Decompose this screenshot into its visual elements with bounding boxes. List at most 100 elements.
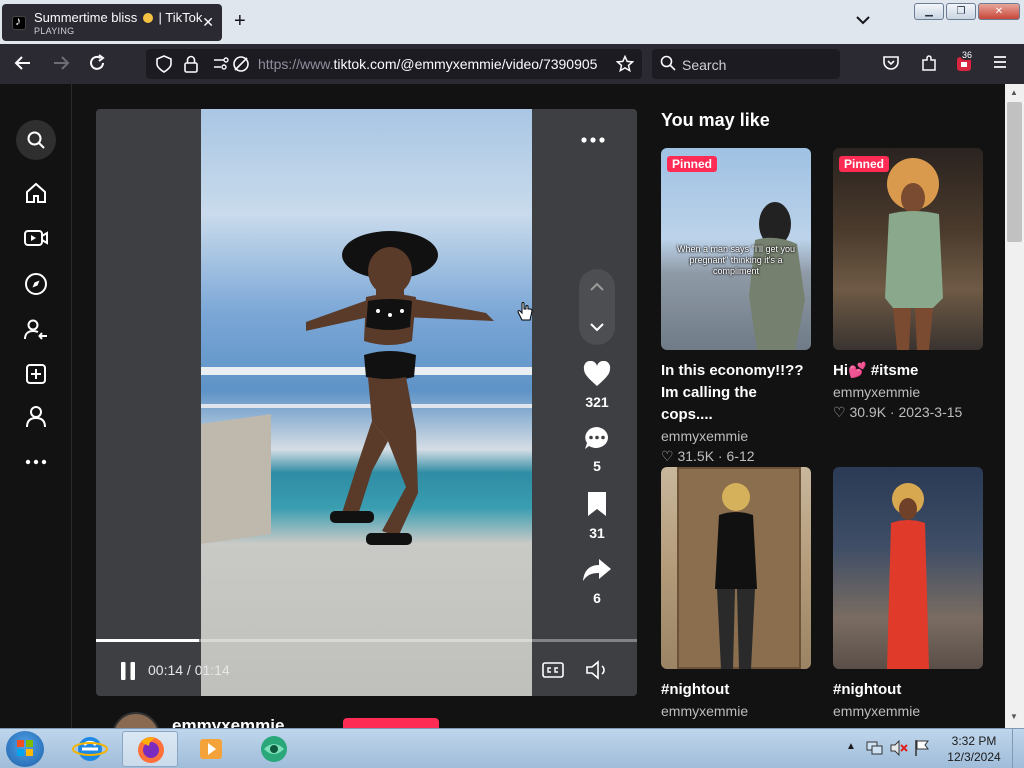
recommended-video-card[interactable]: Pinned Hi💕 #itsme emmyxemmie ♡ 30.9K · 2… bbox=[833, 148, 983, 421]
tab-active[interactable]: Summertime bliss | TikTok PLAYING ✕ bbox=[2, 4, 222, 41]
comment-icon[interactable] bbox=[583, 425, 611, 451]
sidebar-explore-compass-icon[interactable] bbox=[16, 264, 56, 304]
reload-icon[interactable] bbox=[88, 54, 106, 76]
card-author[interactable]: emmyxemmie bbox=[661, 703, 811, 719]
recommended-video-card[interactable]: #nightout emmyxemmie bbox=[833, 467, 983, 719]
sidebar-more-icon[interactable] bbox=[16, 442, 56, 482]
menu-hamburger-icon[interactable] bbox=[992, 54, 1008, 74]
tiktok-favicon-icon bbox=[12, 14, 26, 30]
next-video-chevron-icon[interactable] bbox=[590, 319, 604, 335]
recommendations-heading: You may like bbox=[661, 110, 770, 130]
internet-explorer-icon[interactable] bbox=[62, 731, 118, 767]
back-arrow-icon[interactable] bbox=[14, 54, 32, 76]
save-action[interactable]: 31 bbox=[574, 490, 620, 541]
sidebar-upload-icon[interactable] bbox=[16, 354, 56, 394]
app-globe-icon[interactable] bbox=[246, 731, 302, 767]
new-tab-icon[interactable]: + bbox=[234, 10, 246, 33]
autoplay-blocked-icon[interactable] bbox=[232, 55, 250, 77]
comment-action[interactable]: 5 bbox=[574, 425, 620, 474]
system-clock[interactable]: 3:32 PM 12/3/2024 bbox=[944, 733, 1004, 765]
sidebar-live-icon[interactable] bbox=[16, 218, 56, 258]
card-likes: 31.5K bbox=[677, 448, 715, 464]
pinned-badge: Pinned bbox=[839, 156, 890, 172]
card-title[interactable]: #nightout bbox=[833, 679, 983, 701]
card-author[interactable]: emmyxemmie bbox=[661, 428, 811, 444]
firefox-taskbar-icon[interactable] bbox=[122, 731, 178, 767]
forward-arrow-icon[interactable] bbox=[52, 54, 70, 76]
card-meta: ♡ 30.9K · 2023-3-15 bbox=[833, 404, 963, 420]
video-thumbnail[interactable]: Pinned When a man says "I'll get you pre… bbox=[661, 148, 811, 350]
page-scrollbar[interactable]: ▲ ▼ bbox=[1005, 84, 1024, 728]
card-title[interactable]: #nightout bbox=[661, 679, 811, 701]
media-player-icon[interactable] bbox=[184, 731, 240, 767]
share-action[interactable]: 6 bbox=[574, 557, 620, 606]
video-thumbnail[interactable] bbox=[661, 467, 811, 669]
video-navigation bbox=[579, 269, 615, 345]
bookmark-star-icon[interactable] bbox=[615, 54, 635, 77]
video-progress-bar[interactable] bbox=[96, 639, 637, 642]
share-arrow-icon[interactable] bbox=[582, 557, 612, 583]
sidebar-following-icon[interactable] bbox=[16, 310, 56, 350]
card-author[interactable]: emmyxemmie bbox=[833, 384, 983, 400]
video-thumbnail[interactable] bbox=[833, 467, 983, 669]
sidebar-profile-icon[interactable] bbox=[16, 397, 56, 437]
volume-muted-icon[interactable] bbox=[890, 739, 908, 761]
maximize-button[interactable]: ❐ bbox=[946, 3, 976, 20]
follow-button[interactable] bbox=[343, 718, 439, 728]
hand-cursor-icon bbox=[517, 302, 533, 329]
author-avatar[interactable] bbox=[112, 712, 160, 728]
card-author[interactable]: emmyxemmie bbox=[833, 703, 983, 719]
search-icon bbox=[660, 55, 676, 75]
tray-expand-icon[interactable]: ▲ bbox=[846, 741, 856, 752]
browser-search-bar[interactable]: Search bbox=[652, 49, 840, 79]
more-options-icon[interactable] bbox=[581, 123, 605, 149]
extensions-puzzle-icon[interactable] bbox=[920, 54, 938, 76]
pinned-badge: Pinned bbox=[667, 156, 718, 172]
video-frame[interactable] bbox=[201, 109, 532, 696]
minimize-button[interactable]: ▁ bbox=[914, 3, 944, 20]
scroll-down-icon[interactable]: ▼ bbox=[1010, 712, 1018, 721]
scroll-up-icon[interactable]: ▲ bbox=[1010, 88, 1018, 97]
tab-title: Summertime bliss | TikTok bbox=[34, 10, 202, 25]
video-player[interactable]: 321 5 31 6 00:14 / 01:14 bbox=[96, 109, 637, 696]
action-center-flag-icon[interactable] bbox=[914, 739, 930, 762]
recommended-video-card[interactable]: #nightout emmyxemmie bbox=[661, 467, 811, 719]
card-meta: ♡ 31.5K · 6-12 bbox=[661, 448, 755, 464]
tab-title-suffix: | TikTok bbox=[158, 10, 203, 25]
scrollbar-thumb[interactable] bbox=[1007, 102, 1022, 242]
close-window-button[interactable]: ✕ bbox=[978, 3, 1020, 20]
sidebar-search-icon[interactable] bbox=[16, 120, 56, 160]
pause-icon[interactable] bbox=[120, 661, 136, 686]
save-count: 31 bbox=[589, 525, 605, 541]
card-title[interactable]: Hi💕 #itsme bbox=[833, 360, 983, 382]
network-icon[interactable] bbox=[866, 740, 884, 761]
author-username[interactable]: emmyxemmie bbox=[172, 716, 284, 728]
volume-icon[interactable] bbox=[585, 660, 609, 685]
captions-icon[interactable] bbox=[542, 662, 564, 683]
lock-icon[interactable] bbox=[184, 55, 198, 77]
heart-icon[interactable] bbox=[583, 360, 611, 387]
tab-close-icon[interactable]: ✕ bbox=[202, 14, 214, 31]
search-placeholder: Search bbox=[682, 57, 727, 73]
share-count: 6 bbox=[593, 590, 601, 606]
like-action[interactable]: 321 bbox=[574, 360, 620, 410]
show-desktop-button[interactable] bbox=[1012, 729, 1024, 768]
card-title[interactable]: In this economy!!?? Im calling the cops.… bbox=[661, 360, 811, 426]
video-thumbnail[interactable]: Pinned bbox=[833, 148, 983, 350]
start-button[interactable] bbox=[6, 731, 44, 767]
previous-video-chevron-icon[interactable] bbox=[590, 279, 604, 295]
bookmark-icon[interactable] bbox=[585, 490, 609, 518]
pocket-icon[interactable] bbox=[882, 54, 900, 76]
clock-time: 3:32 PM bbox=[951, 734, 997, 748]
addon-badge-count: 36 bbox=[960, 50, 975, 60]
chevron-down-icon[interactable] bbox=[856, 12, 870, 28]
card-date: 2023-3-15 bbox=[898, 404, 963, 420]
permissions-icon[interactable] bbox=[212, 55, 230, 77]
url-text[interactable]: https://www.tiktok.com/@emmyxemmie/video… bbox=[258, 56, 608, 72]
recommended-video-card[interactable]: Pinned When a man says "I'll get you pre… bbox=[661, 148, 811, 465]
nav-bar: https://www.tiktok.com/@emmyxemmie/video… bbox=[0, 44, 1024, 84]
shield-icon[interactable] bbox=[156, 55, 172, 77]
url-bar[interactable]: https://www.tiktok.com/@emmyxemmie/video… bbox=[146, 49, 642, 79]
sidebar-home-icon[interactable] bbox=[16, 173, 56, 213]
comment-count: 5 bbox=[593, 458, 601, 474]
